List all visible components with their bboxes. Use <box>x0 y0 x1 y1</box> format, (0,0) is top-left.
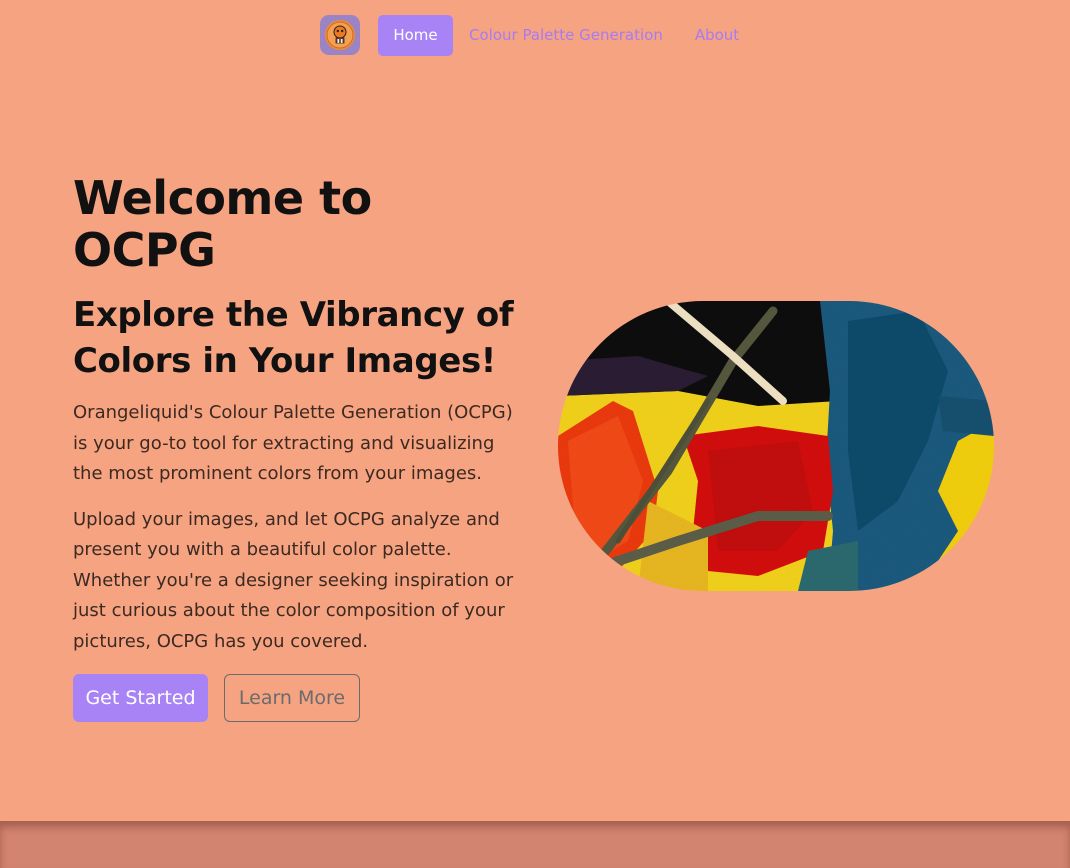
hero-buttons: Get Started Learn More <box>73 674 523 722</box>
footer-band <box>0 821 1070 868</box>
hero-subtitle: Explore the Vibrancy of Colors in Your I… <box>73 295 514 381</box>
nav-colour-palette-link[interactable]: Colour Palette Generation <box>469 26 663 44</box>
orange-mascot-icon[interactable] <box>320 15 360 55</box>
hero-title: Welcome to OCPG <box>73 171 372 277</box>
hero-paragraph-2: Upload your images, and let OCPG analyze… <box>73 508 514 652</box>
nav-home-link[interactable]: Home <box>378 14 453 56</box>
page: Home Colour Palette Generation About Wel… <box>0 0 1070 868</box>
get-started-button[interactable]: Get Started <box>73 674 208 722</box>
hero-text: Welcome to OCPG Explore the Vibrancy of … <box>73 172 523 722</box>
learn-more-button[interactable]: Learn More <box>224 674 360 722</box>
hero-paragraph-1: Orangeliquid's Colour Palette Generation… <box>73 402 513 484</box>
top-nav: Home Colour Palette Generation About <box>320 14 739 56</box>
abstract-painting-image <box>558 301 994 591</box>
nav-about-link[interactable]: About <box>695 26 739 44</box>
